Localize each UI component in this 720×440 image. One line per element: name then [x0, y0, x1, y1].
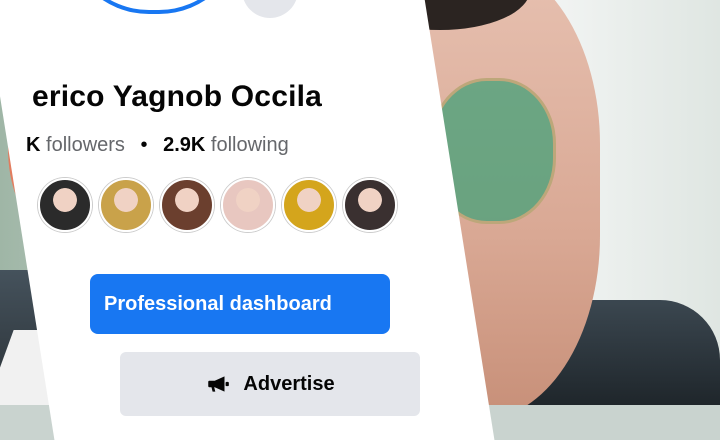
friend-avatar[interactable]: [38, 178, 92, 232]
following-count[interactable]: 2.9K: [163, 134, 205, 156]
profile-avatar-ring: [65, 0, 244, 14]
followers-label[interactable]: followers: [46, 134, 125, 156]
friend-avatar[interactable]: [221, 178, 275, 232]
professional-dashboard-button[interactable]: Professional dashboard: [90, 274, 390, 334]
stats-separator: •: [140, 134, 148, 156]
camera-icon: [257, 0, 283, 3]
advertise-button[interactable]: Advertise: [120, 352, 420, 416]
profile-card: erico Yagnob Occila K followers • 2.9K f…: [0, 0, 495, 440]
professional-dashboard-label: Professional dashboard: [104, 292, 332, 315]
advertise-label: Advertise: [243, 372, 335, 395]
friend-avatar[interactable]: [160, 178, 214, 232]
friend-avatar[interactable]: [343, 178, 397, 232]
friend-avatar[interactable]: [282, 178, 336, 232]
megaphone-icon: [208, 376, 230, 392]
following-label[interactable]: following: [211, 134, 289, 156]
change-photo-button[interactable]: [242, 0, 298, 18]
profile-name: erico Yagnob Occila: [32, 80, 323, 113]
followers-count[interactable]: K: [26, 134, 40, 156]
profile-stats: K followers • 2.9K following: [26, 134, 289, 157]
friend-avatar[interactable]: [99, 178, 153, 232]
profile-card-content: erico Yagnob Occila K followers • 2.9K f…: [0, 0, 420, 440]
